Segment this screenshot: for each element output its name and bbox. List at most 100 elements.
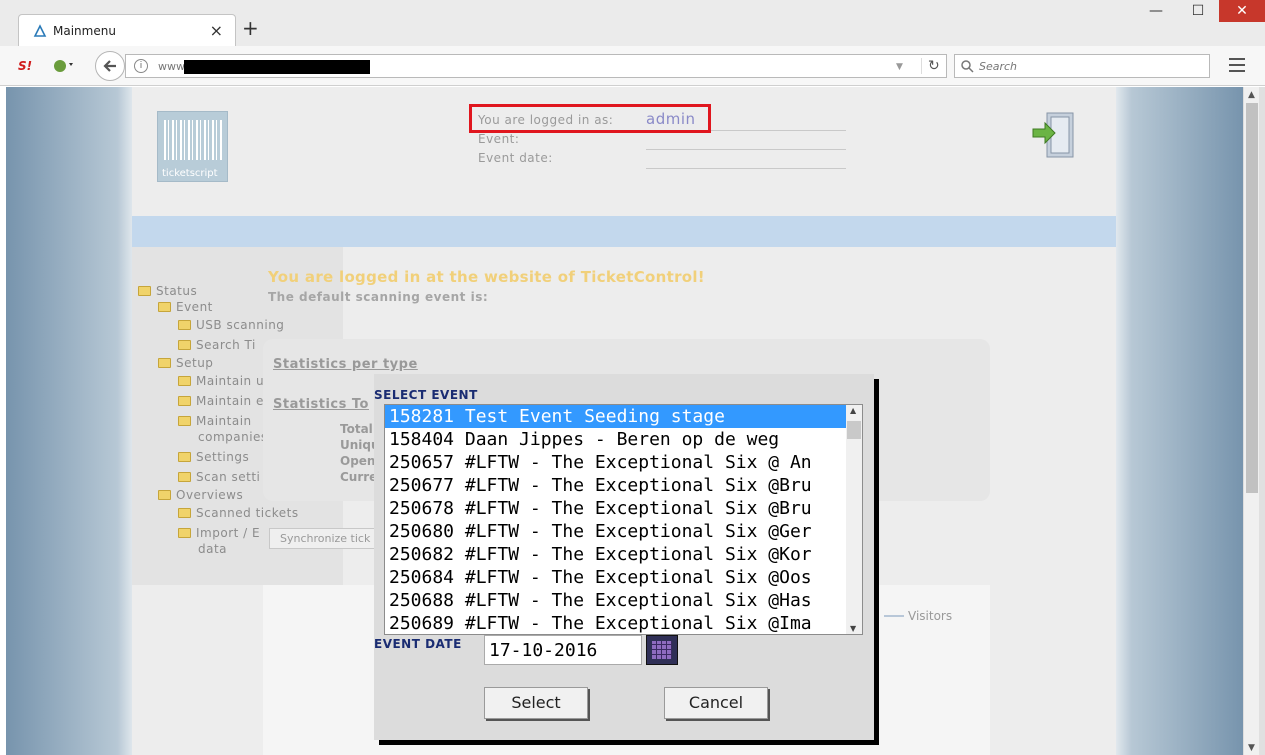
url-bar[interactable]: i www ▼ ↻ xyxy=(125,54,947,78)
folder-icon xyxy=(158,490,171,500)
sidebar-item[interactable]: Import / E xyxy=(178,526,260,540)
sidebar-item[interactable]: companies xyxy=(198,430,268,444)
sidebar-item[interactable]: data xyxy=(198,542,227,556)
barcode-icon xyxy=(164,120,222,160)
event-date-label: Event date: xyxy=(478,151,553,165)
folder-icon xyxy=(178,528,191,538)
legend-line xyxy=(884,615,904,617)
highlight-box xyxy=(469,104,711,133)
sidebar-item[interactable]: Setup xyxy=(158,356,213,370)
event-option[interactable]: 250657 #LFTW - The Exceptional Six @ An xyxy=(385,451,847,474)
tab-bar: Mainmenu × + — ☐ ✕ xyxy=(0,0,1265,46)
sidebar-item-label: Import / E xyxy=(196,526,261,540)
listbox-scrollbar[interactable]: ▲ ▼ xyxy=(846,405,862,634)
sidebar-item-label: Setup xyxy=(176,356,214,370)
event-date-input[interactable]: 17-10-2016 xyxy=(484,635,642,665)
divider xyxy=(646,149,846,150)
sidebar-item[interactable]: Maintain u xyxy=(178,374,264,388)
welcome-message: You are logged in at the website of Tick… xyxy=(268,268,705,286)
select-button[interactable]: Select xyxy=(484,687,588,719)
folder-icon xyxy=(178,320,191,330)
scroll-thumb[interactable] xyxy=(1246,103,1258,493)
navigation-bar: S! i www ▼ ↻ Search xyxy=(0,46,1265,86)
event-option[interactable]: 158281 Test Event Seeding stage xyxy=(385,405,847,428)
folder-icon xyxy=(178,376,191,386)
folder-icon xyxy=(138,286,151,296)
chart-legend: Visitors xyxy=(884,609,952,623)
scroll-up-icon[interactable]: ▲ xyxy=(1248,90,1255,100)
sidebar-item[interactable]: Maintain xyxy=(178,414,252,428)
event-option[interactable]: 250680 #LFTW - The Exceptional Six @Ger xyxy=(385,520,847,543)
browser-tab[interactable]: Mainmenu × xyxy=(18,14,236,46)
hamburger-menu-icon[interactable] xyxy=(1229,58,1245,76)
sidebar-item[interactable]: USB scanning xyxy=(178,318,284,332)
event-option[interactable]: 250688 #LFTW - The Exceptional Six @Has xyxy=(385,589,847,612)
sidebar-item[interactable]: Search Ti xyxy=(178,338,256,352)
new-tab-button[interactable]: + xyxy=(242,18,259,38)
event-option[interactable]: 250682 #LFTW - The Exceptional Six @Kor xyxy=(385,543,847,566)
window-close-icon[interactable]: ✕ xyxy=(1219,0,1265,22)
url-dropdown-icon[interactable]: ▼ xyxy=(896,62,903,72)
sidebar-item[interactable]: Maintain e xyxy=(178,394,264,408)
extension-icon[interactable]: S! xyxy=(18,59,32,73)
back-button[interactable] xyxy=(95,51,125,81)
synchronize-button[interactable]: Synchronize tick xyxy=(269,528,387,549)
scroll-down-icon[interactable]: ▼ xyxy=(1248,743,1255,753)
event-option[interactable]: 158404 Daan Jippes - Beren op de weg xyxy=(385,428,847,451)
reload-icon[interactable]: ↻ xyxy=(921,58,941,74)
tab-title: Mainmenu xyxy=(53,24,116,38)
maximize-icon[interactable]: ☐ xyxy=(1177,0,1219,22)
ticketscript-logo: ticketscript xyxy=(157,111,228,182)
folder-icon xyxy=(158,302,171,312)
divider xyxy=(646,168,846,169)
sidebar-item-label: Scan setti xyxy=(196,470,261,484)
sidebar-item-label: companies xyxy=(198,430,268,444)
redacted-url xyxy=(184,60,370,74)
calendar-icon xyxy=(652,641,672,659)
listbox-scroll-down-icon[interactable]: ▼ xyxy=(850,624,856,633)
search-placeholder: Search xyxy=(979,60,1018,73)
tab-close-icon[interactable]: × xyxy=(210,21,223,40)
sidebar-item[interactable]: Overviews xyxy=(158,488,243,502)
info-icon[interactable]: i xyxy=(134,59,148,73)
minimize-icon[interactable]: — xyxy=(1135,0,1177,22)
folder-icon xyxy=(178,396,191,406)
stats-total-link[interactable]: Statistics To xyxy=(273,397,369,412)
logout-door-icon[interactable] xyxy=(1031,111,1075,159)
event-date-label: EVENT DATE xyxy=(374,637,462,651)
folder-icon xyxy=(158,358,171,368)
sidebar-item-label: Maintain e xyxy=(196,394,264,408)
stats-per-type-link[interactable]: Statistics per type xyxy=(273,357,418,372)
search-box[interactable]: Search xyxy=(954,54,1210,78)
legend-visitors: Visitors xyxy=(908,609,953,623)
stat-total-label: Total xyxy=(340,422,373,436)
event-option[interactable]: 250677 #LFTW - The Exceptional Six @Bru xyxy=(385,474,847,497)
sidebar-item[interactable]: Settings xyxy=(178,450,249,464)
cancel-button[interactable]: Cancel xyxy=(664,687,768,719)
listbox-scroll-up-icon[interactable]: ▲ xyxy=(850,406,856,415)
sidebar-item-label: Event xyxy=(176,300,213,314)
event-options: 158281 Test Event Seeding stage 158404 Da… xyxy=(385,405,862,634)
header-band xyxy=(132,216,1116,247)
listbox-scroll-thumb[interactable] xyxy=(847,421,861,439)
sidebar-item[interactable]: Scanned tickets xyxy=(178,506,299,520)
event-label: Event: xyxy=(478,132,520,146)
event-option[interactable]: 250684 #LFTW - The Exceptional Six @Oos xyxy=(385,566,847,589)
select-event-label: SELECT EVENT xyxy=(374,388,478,402)
page-scrollbar[interactable]: ▲ ▼ xyxy=(1243,87,1259,755)
default-scan-label: The default scanning event is: xyxy=(268,290,489,304)
folder-icon xyxy=(178,340,191,350)
url-text: www xyxy=(158,60,185,73)
event-listbox[interactable]: 158281 Test Event Seeding stage 158404 Da… xyxy=(384,404,863,635)
event-option[interactable]: 250689 #LFTW - The Exceptional Six @Ima xyxy=(385,612,847,634)
calendar-button[interactable] xyxy=(646,635,678,665)
onion-extension-icon[interactable] xyxy=(53,57,75,73)
logo-text: ticketscript xyxy=(162,168,218,179)
event-option[interactable]: 250678 #LFTW - The Exceptional Six @Bru xyxy=(385,497,847,520)
sidebar-item-label: USB scanning xyxy=(196,318,285,332)
sidebar-item[interactable]: Status xyxy=(138,284,197,298)
sidebar-item-label: Maintain xyxy=(196,414,252,428)
sidebar-item-label: Search Ti xyxy=(196,338,256,352)
sidebar-item[interactable]: Event xyxy=(158,300,213,314)
sidebar-item[interactable]: Scan setti xyxy=(178,470,260,484)
